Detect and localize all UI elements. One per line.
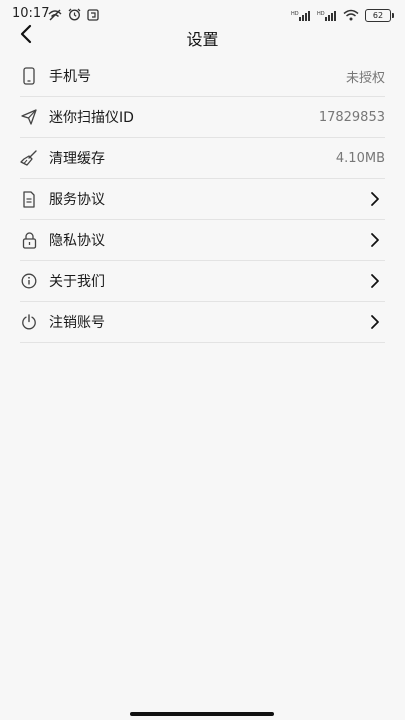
- settings-item-service-agreement[interactable]: 服务协议: [20, 179, 385, 220]
- settings-item-about-us[interactable]: 关于我们: [20, 261, 385, 302]
- settings-item-value: 4.10MB: [335, 150, 385, 166]
- info-icon: [20, 272, 38, 290]
- settings-item-value: 17829853: [318, 109, 385, 125]
- send-icon: [20, 108, 38, 126]
- settings-item-clear-cache[interactable]: 清理缓存 4.10MB: [20, 138, 385, 179]
- settings-item-label: 注销账号: [49, 315, 105, 331]
- settings-item-label: 服务协议: [49, 192, 105, 208]
- phone-icon: [20, 67, 38, 85]
- document-icon: [20, 190, 38, 208]
- settings-screen: 10:17 HD HD 62 设置 手机号 未授权 迷你扫描仪ID 178298…: [0, 0, 405, 720]
- settings-item-scanner-id[interactable]: 迷你扫描仪ID 17829853: [20, 97, 385, 138]
- svg-text:HD: HD: [291, 11, 299, 17]
- svg-text:HD: HD: [317, 11, 325, 17]
- home-indicator[interactable]: [130, 712, 274, 716]
- power-icon: [20, 313, 38, 331]
- broom-icon: [20, 149, 38, 167]
- settings-item-privacy-policy[interactable]: 隐私协议: [20, 220, 385, 261]
- settings-item-phone[interactable]: 手机号 未授权: [20, 56, 385, 97]
- settings-item-label: 手机号: [49, 69, 91, 85]
- header: 设置: [0, 18, 405, 56]
- settings-item-label: 迷你扫描仪ID: [49, 110, 134, 126]
- lock-icon: [20, 231, 38, 249]
- chevron-right-icon: [369, 232, 381, 248]
- settings-item-delete-account[interactable]: 注销账号: [20, 302, 385, 343]
- page-title: 设置: [186, 30, 219, 49]
- settings-item-label: 关于我们: [49, 274, 105, 290]
- settings-list: 手机号 未授权 迷你扫描仪ID 17829853 清理缓存 4.10MB 服务协…: [20, 56, 385, 343]
- chevron-right-icon: [369, 314, 381, 330]
- settings-item-label: 清理缓存: [49, 151, 105, 167]
- settings-item-value: 未授权: [345, 70, 385, 86]
- settings-item-label: 隐私协议: [49, 233, 105, 249]
- chevron-right-icon: [369, 273, 381, 289]
- chevron-right-icon: [369, 191, 381, 207]
